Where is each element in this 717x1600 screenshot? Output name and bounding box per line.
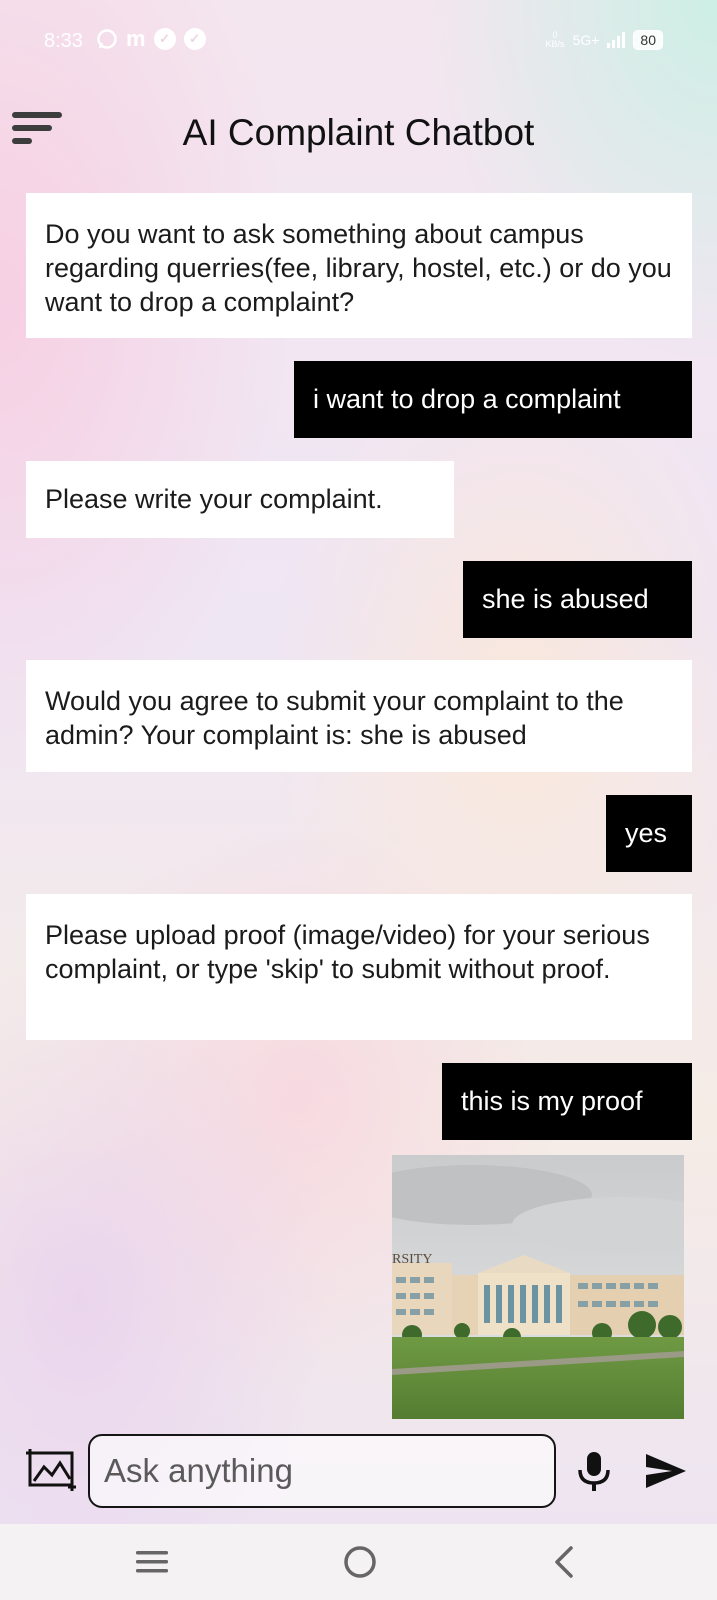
bot-message: Do you want to ask something about campu… xyxy=(26,193,692,338)
nav-back-button[interactable] xyxy=(543,1542,587,1582)
user-message: i want to drop a complaint xyxy=(294,361,692,438)
page-title: AI Complaint Chatbot xyxy=(182,112,535,153)
chat-input[interactable] xyxy=(90,1436,534,1506)
mic-icon xyxy=(578,1452,610,1491)
bot-message: Please write your complaint. xyxy=(26,461,454,538)
image-upload-button[interactable] xyxy=(24,1447,78,1493)
building-sign-text: RSITY xyxy=(392,1252,432,1267)
chat-input-container xyxy=(88,1434,556,1508)
mic-button[interactable] xyxy=(575,1450,613,1492)
send-button[interactable] xyxy=(644,1452,688,1490)
nav-recents-button[interactable] xyxy=(130,1542,174,1582)
system-nav-bar xyxy=(0,1524,717,1600)
whatsapp-icon xyxy=(97,29,117,49)
user-message: this is my proof xyxy=(442,1063,692,1140)
signal-icon xyxy=(607,32,626,48)
net-rate: 0 KB/s xyxy=(546,31,565,49)
user-message: she is abused xyxy=(463,561,692,638)
user-message: yes xyxy=(606,795,692,872)
recents-icon xyxy=(136,1551,168,1573)
net-rate-unit: KB/s xyxy=(545,39,565,49)
home-icon xyxy=(344,1546,376,1578)
bot-message: Please upload proof (image/video) for yo… xyxy=(26,894,692,1040)
proof-image[interactable]: RSITY xyxy=(392,1155,684,1419)
network-label: 5G+ xyxy=(572,32,600,48)
campus-building-photo: RSITY xyxy=(392,1155,684,1419)
notification-circle-icon: ✓ xyxy=(153,28,176,50)
status-bar: 8:33 m ✓ ✓ 0 KB/s 5G+ 80 xyxy=(0,0,717,86)
image-upload-icon xyxy=(26,1449,76,1491)
notification-icons: m ✓ ✓ xyxy=(96,28,206,50)
bot-message: Would you agree to submit your complaint… xyxy=(26,660,692,772)
app-m-icon: m xyxy=(126,26,146,51)
nav-home-button[interactable] xyxy=(338,1542,382,1582)
status-time: 8:33 xyxy=(44,30,83,52)
back-icon xyxy=(555,1546,573,1578)
send-icon xyxy=(646,1454,686,1488)
notification-circle-icon-2: ✓ xyxy=(183,28,206,50)
battery-icon: 80 xyxy=(633,30,663,50)
status-right-icons: 0 KB/s 5G+ 80 xyxy=(546,30,663,50)
